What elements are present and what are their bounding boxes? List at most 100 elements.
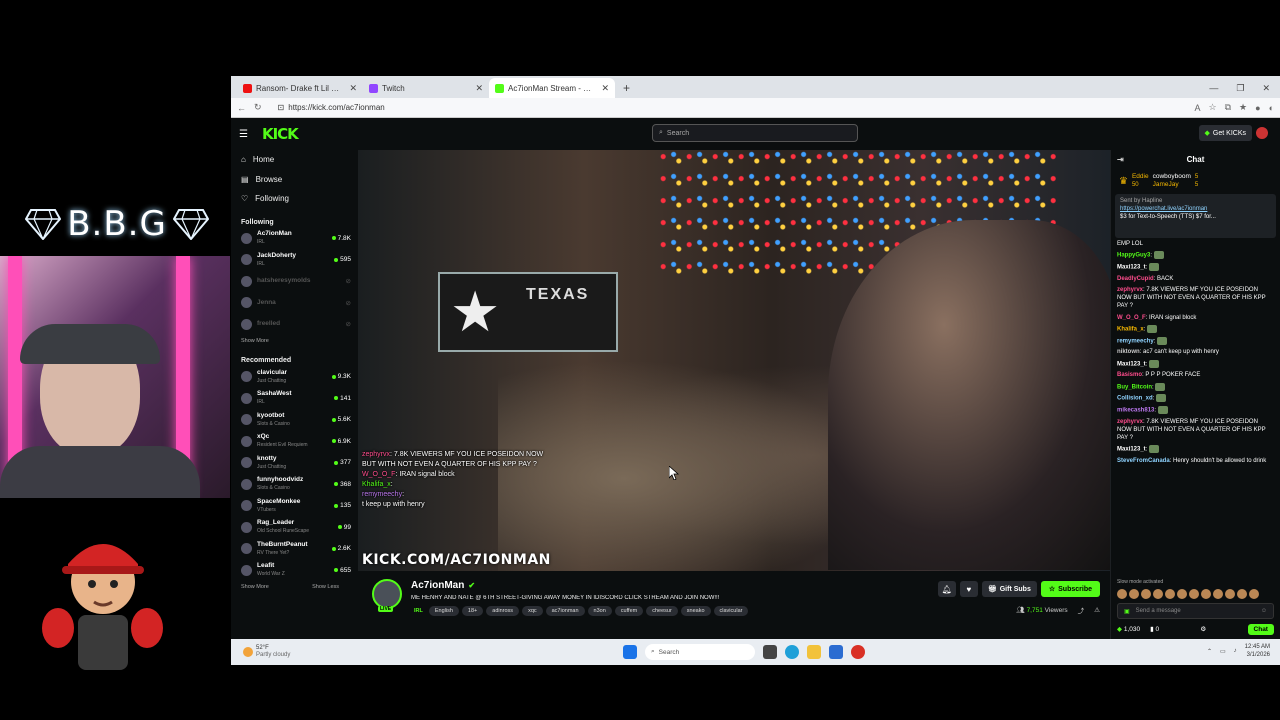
report-icon[interactable]: ⚠: [1094, 606, 1100, 614]
emote-icon[interactable]: [1237, 589, 1247, 599]
show-more-button[interactable]: Show More: [231, 335, 357, 347]
sidebar-channel[interactable]: funnyhoodvidz Slots & Casino 368: [231, 474, 357, 496]
windows-start-icon[interactable]: [623, 645, 637, 659]
show-less-button[interactable]: Show Less: [302, 581, 349, 593]
stream-tag[interactable]: 18+: [461, 606, 484, 616]
pinned-link[interactable]: https://powerchat.live/ac7ionman: [1120, 205, 1271, 213]
file-explorer-icon[interactable]: [807, 645, 821, 659]
sidebar-channel[interactable]: Ac7ionMan IRL 7.8K: [231, 228, 357, 250]
chat-username[interactable]: Maxi123_t: [1117, 447, 1146, 453]
emote-icon[interactable]: [1201, 589, 1211, 599]
sidebar-channel[interactable]: freelled ⊘: [231, 314, 357, 336]
stream-tag[interactable]: adinross: [486, 606, 520, 616]
emote-icon[interactable]: [1141, 589, 1151, 599]
chat-username[interactable]: Khalifa_x: [1117, 326, 1144, 332]
chat-username[interactable]: DeadlyCupid: [1117, 276, 1154, 282]
taskbar-search[interactable]: ⌕ Search: [645, 644, 755, 660]
sidebar-channel[interactable]: JackDoherty IRL 595: [231, 249, 357, 271]
gifter[interactable]: Eddie 50: [1132, 173, 1149, 189]
back-icon[interactable]: ←: [237, 103, 246, 113]
emote-icon[interactable]: [1129, 589, 1139, 599]
copilot-icon[interactable]: ◐: [1269, 103, 1274, 113]
chat-username[interactable]: HappyGuy3: [1117, 253, 1150, 259]
sidebar-channel[interactable]: Rag_Leader Old School RuneScape 99: [231, 517, 357, 539]
chat-username[interactable]: mikecash813: [1117, 408, 1154, 414]
notification-bell-button[interactable]: 🔔︎: [937, 581, 956, 597]
read-aloud-icon[interactable]: A: [1195, 103, 1201, 113]
nav-browse[interactable]: ▤ Browse: [231, 170, 357, 190]
app-icon[interactable]: [851, 645, 865, 659]
edge-icon[interactable]: [785, 645, 799, 659]
favorites-bar-icon[interactable]: ★: [1239, 102, 1247, 113]
emoji-icon[interactable]: ☺: [1261, 608, 1267, 614]
sidebar-channel[interactable]: TheBurntPeanut RV There Yet? 2.6K: [231, 538, 357, 560]
stream-tag[interactable]: sneako: [680, 606, 711, 616]
close-icon[interactable]: ✕: [601, 83, 609, 94]
subscribe-button[interactable]: ☆ Subscribe: [1040, 581, 1100, 597]
sidebar-channel[interactable]: clavicular Just Chatting 9.3K: [231, 366, 357, 388]
close-icon[interactable]: ✕: [475, 83, 483, 94]
sidebar-channel[interactable]: xQc Resident Evil Requiem 6.9K: [231, 431, 357, 453]
nav-home[interactable]: ⌂ Home: [231, 150, 357, 170]
show-more-button[interactable]: Show More: [231, 581, 279, 593]
sidebar-channel[interactable]: knotty Just Chatting 377: [231, 452, 357, 474]
gift-icon[interactable]: ▣: [1124, 608, 1130, 615]
chat-username[interactable]: Collision_xd: [1117, 396, 1153, 402]
chat-username[interactable]: Maxi123_t: [1117, 361, 1146, 367]
tab-kick[interactable]: Ac7ionMan Stream - Watch L ✕: [489, 78, 615, 98]
chat-username[interactable]: SteveFromCanada: [1117, 458, 1170, 464]
menu-icon[interactable]: ☰: [239, 129, 248, 140]
profile-icon[interactable]: ●: [1255, 103, 1260, 113]
url-field[interactable]: ⊡ https://kick.com/ac7ionman: [270, 101, 1187, 115]
favorite-icon[interactable]: ☆: [1209, 102, 1217, 113]
settings-icon[interactable]: ⚙: [1200, 625, 1206, 633]
sidebar-channel[interactable]: SpaceMonkee VTubers 135: [231, 495, 357, 517]
emote-icon[interactable]: [1153, 589, 1163, 599]
collapse-chat-icon[interactable]: ⇥: [1117, 155, 1124, 164]
volume-icon[interactable]: ♪: [1234, 648, 1237, 654]
user-avatar[interactable]: [1256, 127, 1268, 139]
close-window-icon[interactable]: ✕: [1262, 83, 1270, 94]
weather-widget[interactable]: 52°F Partly cloudy: [231, 645, 290, 659]
emote-icon[interactable]: [1189, 589, 1199, 599]
stream-tag[interactable]: clavicular: [713, 606, 749, 616]
store-icon[interactable]: [829, 645, 843, 659]
stream-tag[interactable]: cheesur: [646, 606, 678, 616]
emote-icon[interactable]: [1177, 589, 1187, 599]
pinned-message[interactable]: Sent by Hapline https://powerchat.live/a…: [1115, 194, 1276, 238]
get-kicks-button[interactable]: ◆ Get KICKs: [1198, 125, 1252, 141]
gift-subs-button[interactable]: 🎁︎ Gift Subs: [981, 581, 1037, 597]
stream-tag[interactable]: xqc: [522, 606, 543, 616]
network-icon[interactable]: ▭: [1220, 648, 1226, 655]
tab-youtube[interactable]: Ransom- Drake ft Lil Wayne - You ✕: [237, 78, 363, 98]
sidebar-channel[interactable]: kyootbot Slots & Casino 5.6K: [231, 409, 357, 431]
chat-username[interactable]: zephyrvx: [1117, 419, 1143, 425]
sidebar-channel[interactable]: Leafit World War Z 655: [231, 560, 357, 582]
task-view-icon[interactable]: [763, 645, 777, 659]
sidebar-channel[interactable]: Jenna ⊘: [231, 292, 357, 314]
chat-username[interactable]: remymeechy: [1117, 338, 1154, 344]
sidebar-channel[interactable]: hatsheresymolds ⊘: [231, 271, 357, 293]
tab-twitch[interactable]: Twitch ✕: [363, 78, 489, 98]
emote-icon[interactable]: [1213, 589, 1223, 599]
gifter[interactable]: cowboyboom JameJay: [1153, 173, 1191, 189]
chat-username[interactable]: Maxi123_t: [1117, 265, 1146, 271]
refresh-icon[interactable]: ↻: [254, 102, 262, 113]
stream-tag[interactable]: cuffem: [614, 606, 644, 616]
clock[interactable]: 12:45 AM 3/1/2026: [1245, 643, 1270, 659]
channel-avatar[interactable]: [372, 579, 402, 609]
emote-icon[interactable]: [1225, 589, 1235, 599]
emote-icon[interactable]: [1165, 589, 1175, 599]
maximize-icon[interactable]: ❐: [1236, 83, 1244, 94]
share-icon[interactable]: ⤴: [1078, 605, 1085, 615]
emote-icon[interactable]: [1117, 589, 1127, 599]
category-link[interactable]: IRL: [411, 606, 426, 616]
kick-logo[interactable]: KICK: [262, 125, 299, 143]
sidebar-channel[interactable]: SashaWest IRL 141: [231, 388, 357, 410]
send-chat-button[interactable]: Chat: [1247, 623, 1274, 635]
chat-username[interactable]: Buy_Bitcoin: [1117, 384, 1152, 390]
stream-tag[interactable]: ac7ionman: [545, 606, 585, 616]
chat-input[interactable]: ▣ Send a message ☺: [1117, 603, 1274, 619]
follow-button[interactable]: ♥: [959, 581, 978, 597]
search-input[interactable]: ⌕ Search: [652, 124, 858, 142]
